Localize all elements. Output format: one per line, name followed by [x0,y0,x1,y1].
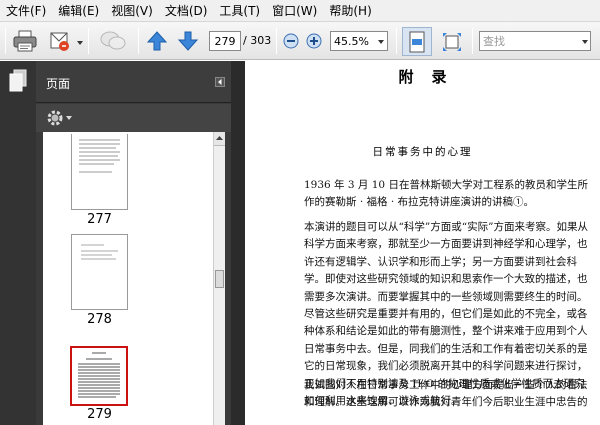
pages-icon [9,69,27,92]
zoom-select[interactable] [330,31,388,51]
comment-button[interactable] [98,28,128,54]
menu-file[interactable]: 文件(F) [0,0,52,22]
search-dropdown-arrow[interactable] [582,40,588,44]
full-screen-button[interactable] [438,28,466,55]
menu-view[interactable]: 视图(V) [105,0,159,22]
section-heading: 日常事务中的心理 [372,146,473,158]
search-box[interactable] [479,31,591,51]
print-icon [13,30,37,52]
menu-edit[interactable]: 编辑(E) [52,0,105,22]
next-page-button[interactable] [176,29,200,53]
menu-tools[interactable]: 工具(T) [213,0,266,22]
toolbar-separator [276,28,277,54]
page-thumbnail-label: 278 [87,312,112,327]
scroll-up-button[interactable] [214,132,225,146]
zoom-out-button[interactable] [282,32,300,50]
options-button[interactable] [46,109,72,127]
full-screen-icon [443,32,461,51]
toolbar-separator [138,28,139,54]
toolbar-separator [88,28,89,54]
body-paragraph: 我试图对人在日常事务工作中的心理方面提出一些个人的看法和理解。这些理解可以作为我… [304,379,588,409]
zoom-out-icon [283,33,299,49]
toolbar-separator [396,28,397,54]
navigation-strip [0,61,36,425]
menu-document[interactable]: 文档(D) [159,0,214,22]
page-number-input[interactable] [209,31,241,51]
thumbnail-scrollbar[interactable] [213,132,225,425]
toolbar-grip [5,28,6,54]
intro-paragraph: 1936 年 3 月 10 日在普林斯顿大学对工程系的教员和学生所作的赛勒斯 ·… [304,179,588,209]
page-up-icon [146,31,168,51]
page-thumbnail-preview [79,139,120,173]
page-thumbnail[interactable] [71,134,128,210]
panel-splitter[interactable] [231,61,245,425]
page-thumbnail-label: 277 [87,212,112,227]
page-thumbnail-selected[interactable] [70,346,128,406]
page-thumbnail-preview [81,244,118,260]
scrollbar-thumb[interactable] [215,270,224,288]
scroll-up-arrow-icon [216,136,223,140]
panel-options-bar [36,104,231,132]
page-total: / 303 [243,34,272,47]
email-dropdown-arrow[interactable] [77,41,83,45]
page-down-icon [177,31,199,51]
menu-window[interactable]: 窗口(W) [266,0,323,22]
fit-page-button[interactable] [402,27,432,56]
options-dropdown-arrow[interactable] [66,116,72,120]
toolbar-separator [472,28,473,54]
search-input[interactable] [480,32,578,50]
toolbar: / 303 [0,22,600,60]
page-thumbnail-label: 279 [87,407,112,422]
zoom-dropdown-arrow[interactable] [378,40,384,44]
thumbnail-list: 277 278 279 [43,132,213,425]
previous-page-button[interactable] [145,29,169,53]
menu-bar: 文件(F) 编辑(E) 视图(V) 文档(D) 工具(T) 窗口(W) 帮助(H… [0,0,600,22]
pages-panel: 页面 277 278 279 [36,61,231,425]
zoom-in-button[interactable] [305,32,323,50]
pages-nav-button[interactable] [9,69,27,96]
zoom-in-icon [306,33,322,49]
menu-help[interactable]: 帮助(H) [323,0,377,22]
print-button[interactable] [12,28,38,54]
page-thumbnail-preview [78,352,120,398]
comment-icon [100,31,126,50]
collapse-arrow-icon [218,79,222,85]
email-icon [50,32,69,51]
panel-header: 页面 [36,61,231,103]
fit-page-icon [409,31,425,52]
zoom-input[interactable] [331,32,375,50]
document-page: 附录 日常事务中的心理 1936 年 3 月 10 日在普林斯顿大学对工程系的教… [245,61,600,425]
panel-collapse-button[interactable] [215,77,225,87]
gear-icon [47,110,63,126]
document-title: 附录 [398,68,465,86]
panel-title: 页面 [46,77,71,91]
email-button[interactable] [46,28,72,54]
page-thumbnail[interactable] [71,234,128,310]
